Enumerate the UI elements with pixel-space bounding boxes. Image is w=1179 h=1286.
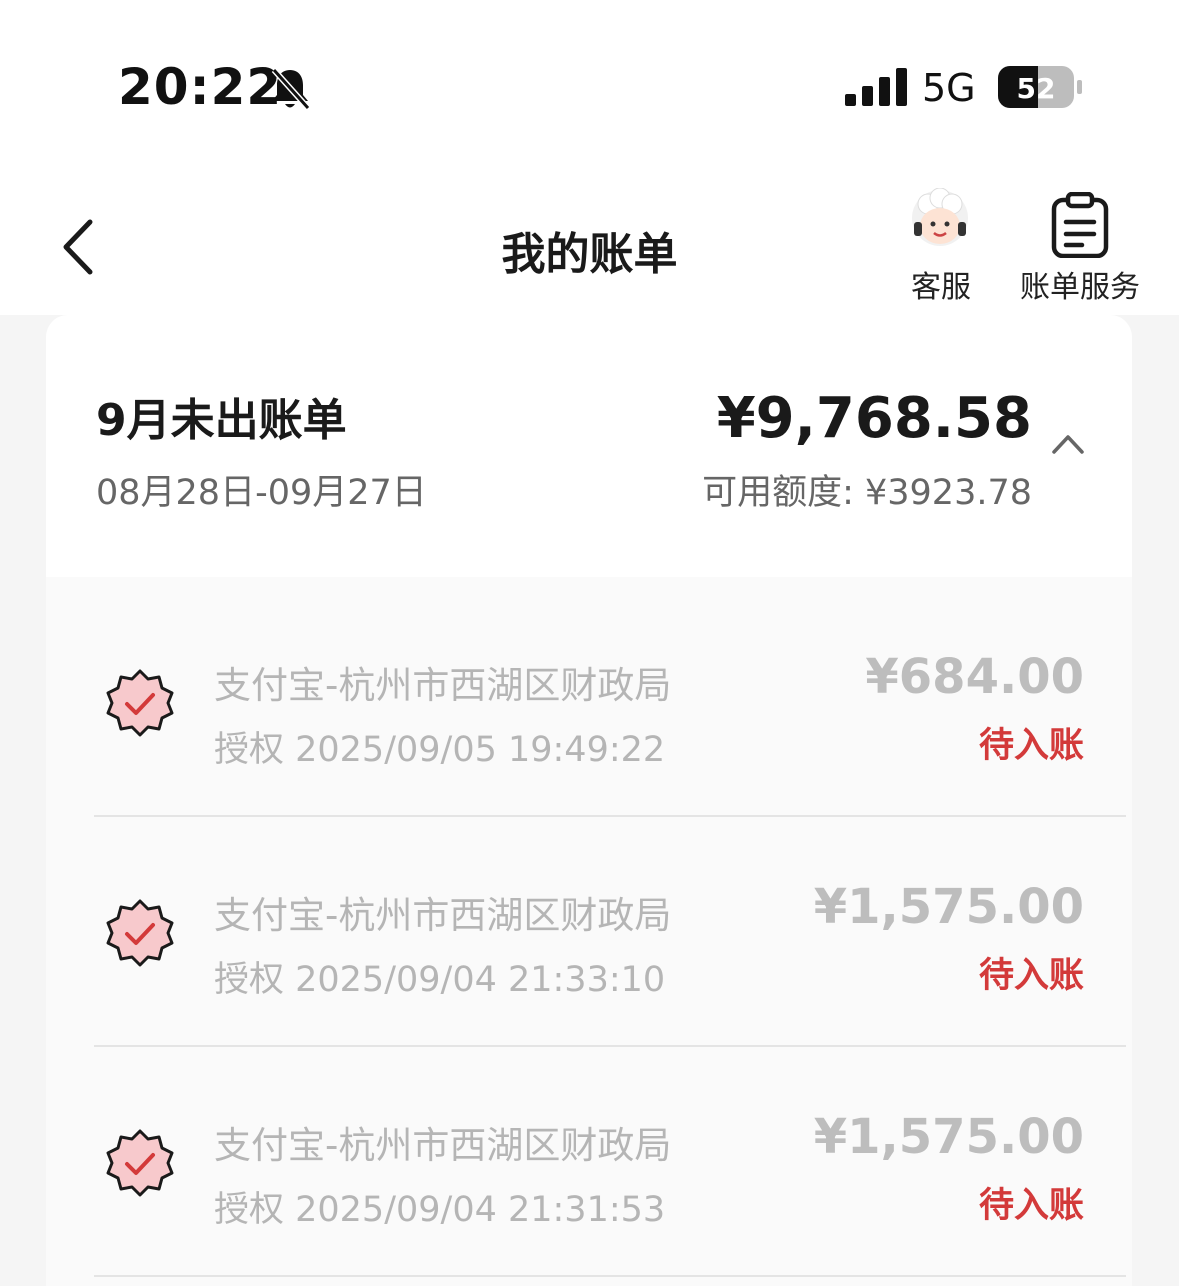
divider	[94, 1275, 1126, 1277]
transaction-status: 待入账	[978, 956, 1084, 996]
merchant-name: 支付宝-杭州市西湖区财政局	[214, 894, 672, 937]
transaction-row[interactable]: 支付宝-杭州市西湖区财政局 授权 2025/09/04 21:33:10 ¥1,…	[46, 807, 1132, 1047]
battery-level: 52	[1017, 72, 1056, 105]
page-title: 我的账单	[501, 229, 678, 280]
auth-time: 授权 2025/09/04 21:33:10	[214, 960, 666, 1000]
cellular-signal-icon	[845, 68, 907, 106]
verified-badge-icon	[106, 899, 174, 967]
total-amount: ¥9,768.58	[716, 386, 1032, 451]
customer-service-label[interactable]: 客服	[900, 262, 982, 306]
network-type: 5G	[922, 66, 976, 110]
available-credit: 可用额度: ¥3923.78	[702, 473, 1032, 513]
transaction-status: 待入账	[978, 1186, 1084, 1226]
auth-time: 授权 2025/09/04 21:31:53	[214, 1190, 666, 1230]
period-date-range: 08月28日-09月27日	[96, 473, 427, 513]
transaction-row[interactable]: 支付宝-杭州市西湖区财政局 授权 2025/09/05 19:49:22 ¥68…	[46, 577, 1132, 817]
clipboard-icon[interactable]	[1050, 192, 1110, 258]
transaction-row[interactable]: 支付宝-杭州市西湖区财政局 授权 2025/09/04 21:31:53 ¥1,…	[46, 1037, 1132, 1277]
verified-badge-icon	[106, 669, 174, 737]
merchant-name: 支付宝-杭州市西湖区财政局	[214, 664, 672, 707]
chevron-up-icon[interactable]	[1050, 428, 1086, 458]
transaction-amount: ¥684.00	[865, 649, 1084, 705]
transaction-amount: ¥1,575.00	[813, 879, 1084, 935]
transaction-amount: ¥1,575.00	[813, 1109, 1084, 1165]
transaction-status: 待入账	[978, 726, 1084, 766]
auth-time: 授权 2025/09/05 19:49:22	[214, 730, 666, 770]
period-title: 9月未出账单	[96, 395, 347, 446]
bell-muted-icon	[271, 67, 311, 111]
verified-badge-icon	[106, 1129, 174, 1197]
status-time: 20:22	[118, 58, 283, 116]
customer-service-avatar-icon[interactable]	[906, 188, 974, 256]
battery-icon: 52	[998, 66, 1082, 108]
bill-service-label[interactable]: 账单服务	[1010, 262, 1150, 306]
merchant-name: 支付宝-杭州市西湖区财政局	[214, 1124, 672, 1167]
